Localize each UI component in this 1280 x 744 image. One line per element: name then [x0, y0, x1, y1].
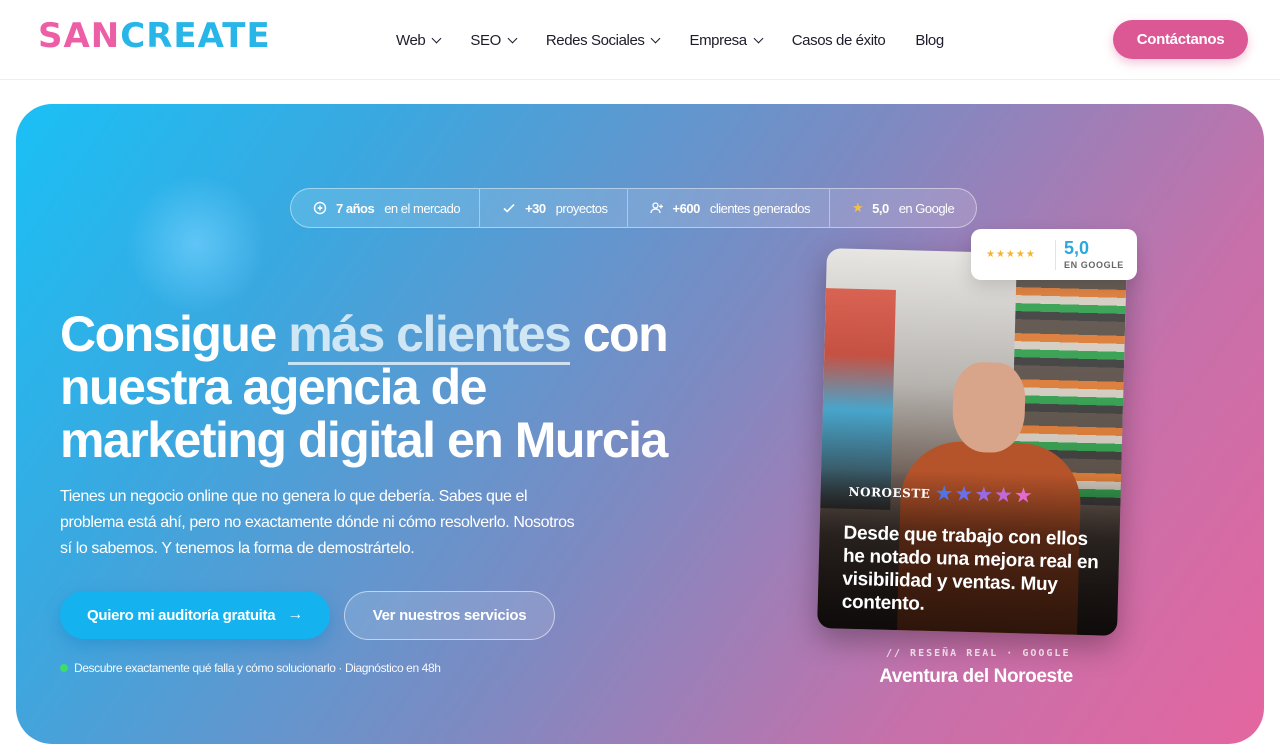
- rating-stars: ★★★★★: [934, 482, 1035, 508]
- check-icon: [503, 203, 515, 213]
- client-logo: NOROESTE: [848, 484, 931, 501]
- badge-label: EN GOOGLE: [1064, 260, 1124, 270]
- stats-bar: 7 años en el mercado +30 proyectos +600 …: [290, 188, 978, 228]
- contact-button[interactable]: Contáctanos: [1113, 20, 1248, 59]
- user-plus-icon: [649, 202, 663, 214]
- stat-clients: +600 clientes generados: [628, 189, 830, 227]
- testimonial-quote: Desde que trabajo con ellos he notado un…: [841, 522, 1099, 615]
- badge-stars: ★★★★★: [986, 249, 1036, 260]
- status-dot-icon: [60, 664, 68, 672]
- nav-item-seo[interactable]: SEO: [470, 28, 518, 52]
- hero-headline: Consigue más clientes con nuestra agenci…: [60, 306, 669, 468]
- chevron-down-icon: [651, 33, 661, 43]
- stat-projects: +30 proyectos: [480, 189, 628, 227]
- cta-note: Descubre exactamente qué falla y cómo so…: [60, 661, 441, 675]
- audit-cta-button[interactable]: Quiero mi auditoría gratuita →: [60, 591, 330, 639]
- video-person-head: [951, 361, 1027, 454]
- services-cta-button[interactable]: Ver nuestros servicios: [344, 591, 555, 640]
- badge-score: 5,0: [1064, 238, 1090, 258]
- stat-years: 7 años en el mercado: [291, 189, 481, 227]
- headline-highlight: más clientes: [288, 306, 572, 365]
- reviewer-name: Aventura del Noroeste: [879, 666, 1073, 687]
- google-rating-badge: ★★★★★ 5,0 EN GOOGLE: [971, 229, 1137, 280]
- hero-subtitle: Tienes un negocio online que no genera l…: [60, 488, 575, 557]
- arrow-right-icon: →: [287, 606, 303, 623]
- testimonial-video[interactable]: NOROESTE ★★★★★ Desde que trabajo con ell…: [817, 248, 1127, 636]
- main-nav: Web SEO Redes Sociales Empresa Casos de …: [396, 28, 944, 52]
- star-icon: ★: [851, 200, 864, 215]
- chevron-down-icon: [507, 33, 518, 43]
- review-tag: // RESEÑA REAL · GOOGLE: [886, 648, 1071, 659]
- nav-item-blog[interactable]: Blog: [915, 28, 944, 52]
- chevron-down-icon: [753, 33, 764, 43]
- nav-item-redes-sociales[interactable]: Redes Sociales: [546, 28, 661, 52]
- hero-section: 7 años en el mercado +30 proyectos +600 …: [16, 104, 1264, 744]
- nav-item-casos-de-exito[interactable]: Casos de éxito: [792, 28, 886, 52]
- stat-google-rating: ★ 5,0 en Google: [851, 200, 955, 216]
- decorative-glow: [126, 174, 266, 314]
- nav-item-empresa[interactable]: Empresa: [689, 28, 764, 52]
- nav-item-web[interactable]: Web: [396, 28, 442, 52]
- site-header: SANCREATE Web SEO Redes Sociales Empresa…: [0, 0, 1280, 80]
- target-icon: [313, 201, 327, 215]
- chevron-down-icon: [431, 33, 442, 43]
- sancreate-logo[interactable]: SANCREATE: [38, 14, 271, 58]
